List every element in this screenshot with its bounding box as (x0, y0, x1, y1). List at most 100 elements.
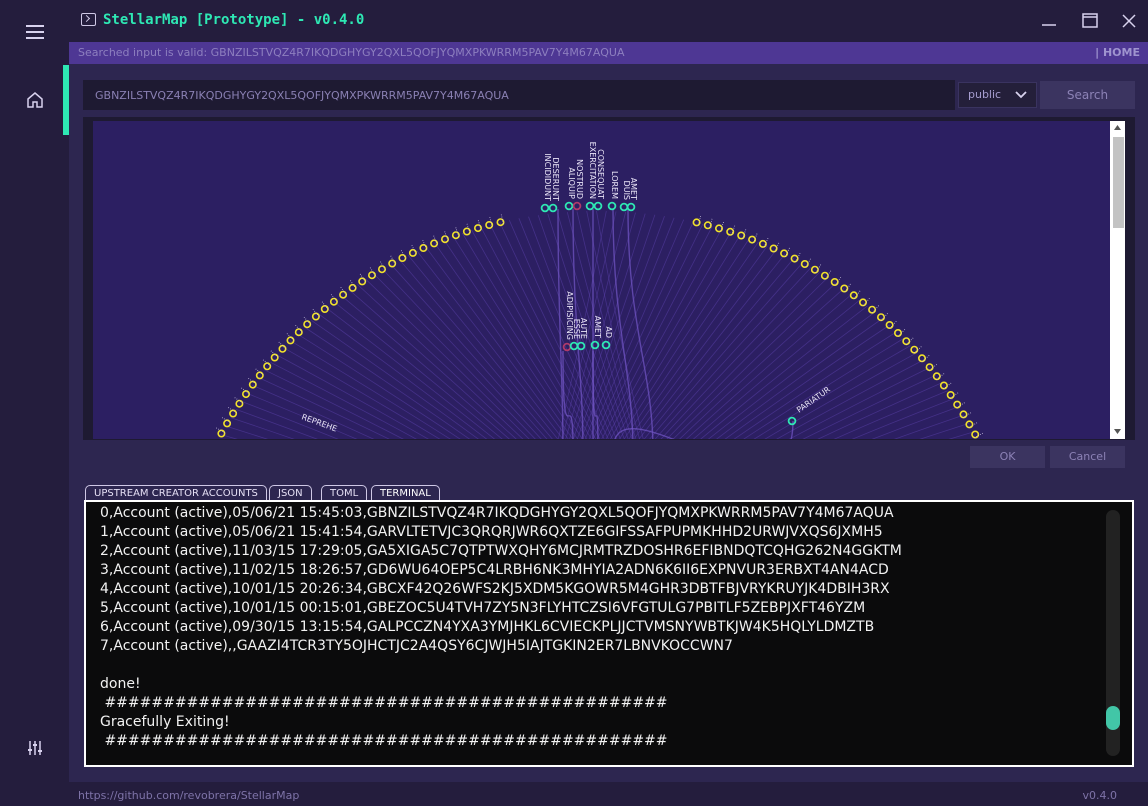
graph-node-label: ····· (300, 314, 313, 328)
close-button[interactable] (1118, 10, 1140, 32)
graph-node-label: ····· (960, 409, 974, 422)
main-panel: public Search ··························… (69, 64, 1148, 782)
graph-edge (416, 250, 564, 439)
terminal-line: 1,Account (active),05/06/21 15:41:54,GAR… (100, 524, 883, 540)
title-bar: StellarMap [Prototype] - v0.4.0 (69, 0, 1148, 42)
cancel-button[interactable]: Cancel (1050, 446, 1125, 468)
graph-node-label: NOSTRUD (575, 159, 584, 199)
graph-edge (586, 211, 640, 439)
graph-scroll-thumb[interactable] (1113, 137, 1124, 228)
graph-node[interactable] (540, 203, 550, 213)
footer: https://github.com/revobrera/StellarMap … (0, 782, 1148, 806)
graph-node[interactable] (626, 202, 636, 212)
graph-edge (666, 277, 829, 439)
graph-node-label: AMET (593, 316, 602, 338)
window-title: StellarMap [Prototype] - v0.4.0 (103, 12, 365, 28)
maximize-button[interactable] (1079, 10, 1101, 32)
network-select-value: public (968, 88, 1002, 101)
graph-edge (357, 284, 524, 439)
terminal-scrollbar[interactable] (1106, 510, 1120, 756)
ok-button[interactable]: OK (970, 446, 1045, 468)
repo-link[interactable]: https://github.com/revobrera/StellarMap (78, 789, 299, 802)
terminal-line: 0,Account (active),05/06/21 15:45:03,GBN… (100, 505, 894, 521)
sliders-icon (27, 741, 42, 755)
minimize-icon (1042, 24, 1056, 26)
search-row: public Search (83, 80, 1135, 110)
graph-node-label: ····· (933, 370, 947, 383)
graph-node-label: ····· (966, 419, 980, 432)
graph-node[interactable] (585, 201, 595, 211)
graph-node-label: AUTE (579, 318, 588, 339)
graph-node-label: LOREM (610, 171, 619, 199)
graph-node-label: EXERCITATION (588, 142, 597, 199)
terminal-line: 3,Account (active),11/02/15 18:26:57,GD6… (100, 562, 889, 578)
terminal-line: 7,Account (active),,GAAZI4TCR3TY5OJHCTJC… (100, 638, 733, 654)
graph-edge (311, 320, 479, 439)
graph-scrollbar[interactable] (1110, 121, 1125, 439)
terminal-output[interactable]: 0,Account (active),05/06/21 15:45:03,GBN… (84, 500, 1134, 767)
terminal-line: 4,Account (active),10/01/15 20:26:34,GBC… (100, 581, 890, 597)
version-label: v0.4.0 (1082, 789, 1118, 802)
graph-node[interactable] (607, 201, 617, 211)
graph-node-label: ····· (337, 285, 350, 299)
close-icon (1122, 14, 1136, 28)
graph-node-label: ····· (387, 254, 399, 268)
graph-node[interactable] (548, 203, 558, 213)
graph-frame: ····· ····· ····· ····· ····· ····· ····· ·····… (83, 117, 1135, 440)
graph-node-label: AMET (629, 178, 638, 200)
scroll-down-icon (1114, 429, 1121, 434)
graph-canvas: ········································… (213, 142, 985, 439)
graph-node-label: ····· (971, 429, 985, 439)
graph-node[interactable] (593, 201, 603, 211)
status-bar: Searched input is valid: GBNZILSTVQZ4R7I… (69, 42, 1148, 64)
graph-node-label: ····· (694, 214, 704, 227)
graph-edge (365, 278, 530, 439)
menu-button[interactable] (0, 10, 69, 54)
hamburger-icon (25, 25, 44, 39)
graph-node-label: ····· (309, 306, 322, 320)
home-icon (26, 92, 43, 108)
graph-node-label: ····· (346, 278, 359, 292)
app-window: StellarMap [Prototype] - v0.4.0 Searched… (0, 0, 1148, 806)
terminal-lines: 0,Account (active),05/06/21 15:45:03,GBN… (100, 504, 1100, 751)
graph-node-label: ····· (705, 217, 716, 230)
graph-edge (588, 219, 685, 439)
terminal-line: ########################################… (100, 733, 668, 749)
graph-node-label: AD (604, 326, 613, 338)
graph-edge (290, 340, 451, 439)
graph-node-label: ····· (376, 259, 389, 273)
terminal-icon (81, 13, 96, 26)
graph-node[interactable] (572, 201, 582, 211)
maximize-icon (1082, 13, 1098, 28)
graph-edge (733, 331, 897, 439)
settings-button[interactable] (0, 726, 69, 770)
search-button[interactable]: Search (1040, 81, 1135, 109)
graph-node-label: DESERUNT (551, 157, 560, 201)
graph-edge (270, 361, 417, 439)
graph-node-label: ····· (947, 389, 961, 402)
graph-node-label: ····· (727, 224, 738, 237)
account-search-input[interactable] (83, 80, 955, 110)
minimize-button[interactable] (1038, 10, 1060, 32)
graph-node-label: PARIATUR (795, 385, 832, 415)
status-message: Searched input is valid: GBNZILSTVQZ4R7I… (78, 46, 625, 59)
graph-edge (303, 326, 471, 439)
graph-node[interactable] (564, 201, 574, 211)
account-graph[interactable]: ····· ····· ····· ····· ····· ····· ····· ·····… (93, 121, 1110, 439)
graph-edge (743, 338, 904, 439)
home-button[interactable] (0, 78, 69, 122)
home-link[interactable]: | HOME (1095, 46, 1140, 59)
terminal-line: Gracefully Exiting! (100, 714, 230, 730)
scroll-up-icon (1114, 125, 1121, 130)
terminal-scroll-thumb[interactable] (1106, 706, 1120, 730)
network-select[interactable]: public (958, 82, 1037, 108)
graph-edge (679, 288, 845, 439)
graph-node-label: ····· (940, 379, 954, 392)
graph-node-label: ····· (716, 220, 727, 233)
graph-node-label: CONSEQUAT (596, 149, 605, 199)
graph-node-label: ····· (327, 292, 340, 306)
graph-edge (443, 239, 579, 439)
graph-node[interactable] (619, 202, 629, 212)
graph-node-label: ····· (953, 399, 967, 412)
